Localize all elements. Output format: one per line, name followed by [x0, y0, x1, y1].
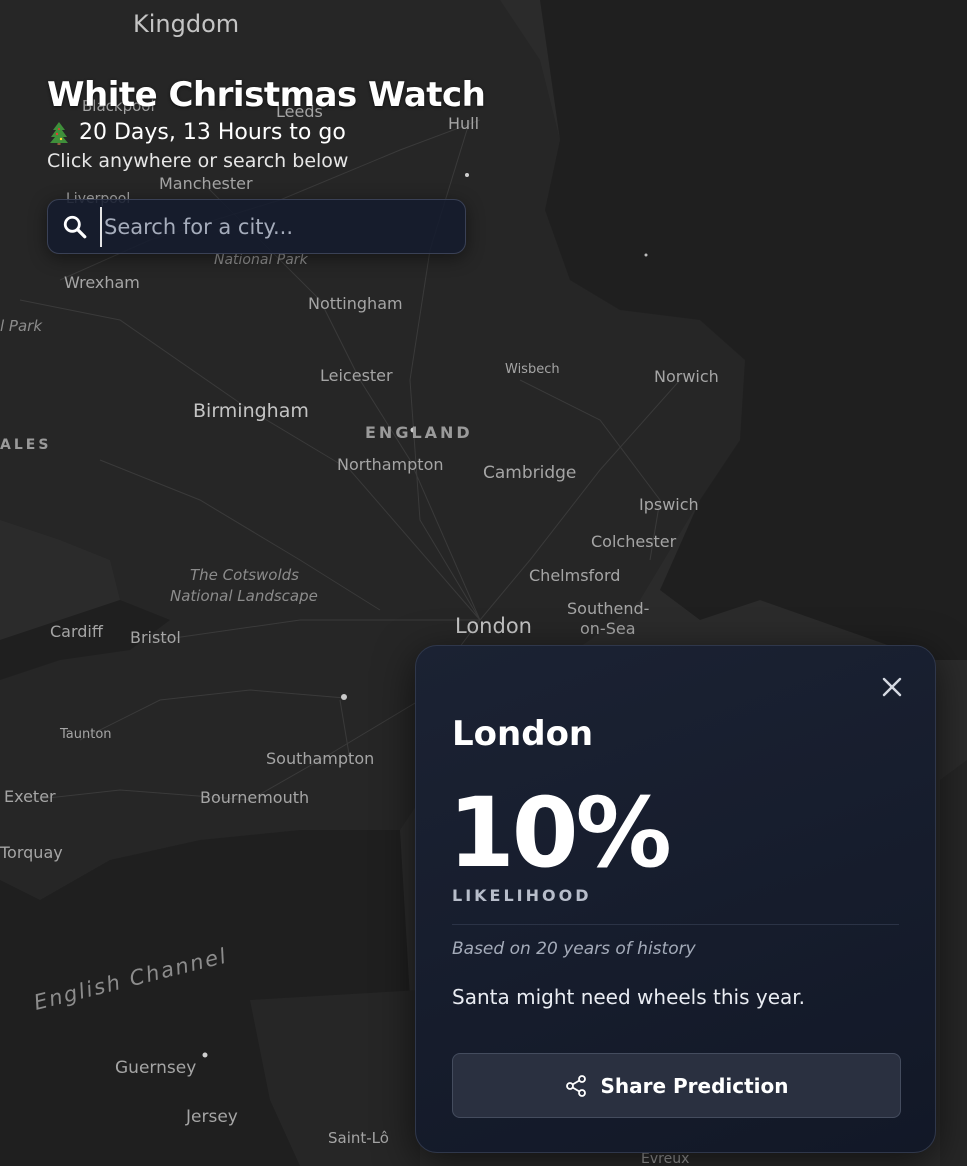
map-label-guernsey: Guernsey	[115, 1058, 196, 1078]
map-label-bournemouth: Bournemouth	[200, 788, 309, 807]
share-icon	[566, 1074, 587, 1097]
search-box	[47, 199, 466, 254]
map-label-northampton: Northampton	[337, 455, 444, 474]
map-label-kingdom: Kingdom	[133, 10, 239, 38]
map-label-leicester: Leicester	[320, 366, 393, 385]
christmas-tree-icon	[50, 122, 68, 145]
history-note: Based on 20 years of history	[452, 939, 696, 959]
map-label-l-park: l Park	[0, 317, 43, 335]
city-name: London	[452, 714, 594, 754]
map-label-manchester: Manchester	[159, 174, 253, 193]
countdown: 20 Days, 13 Hours to go	[47, 118, 485, 148]
map-label-southend: Southend-	[567, 599, 649, 618]
map-label-southampton: Southampton	[266, 749, 374, 768]
map-label-england: ENGLAND	[365, 423, 473, 442]
map-label-wisbech: Wisbech	[505, 362, 560, 377]
instruction-text: Click anywhere or search below	[47, 150, 349, 172]
map-label-evreux: Evreux	[641, 1151, 689, 1166]
likelihood-percentage: 10%	[448, 777, 672, 889]
map-label-cambridge: Cambridge	[483, 463, 576, 483]
close-icon	[882, 677, 902, 697]
map-label-norwich: Norwich	[654, 367, 719, 386]
map-label-wrexham: Wrexham	[64, 273, 140, 292]
map-label-national-park: National Park	[214, 252, 309, 268]
map-label-wales: ALES	[0, 437, 51, 453]
app-header: White Christmas Watch 20 Days, 13 Hours …	[47, 74, 486, 174]
map-label-taunton: Taunton	[59, 727, 112, 742]
map-label-london: London	[455, 614, 532, 638]
map-label-bristol: Bristol	[130, 628, 181, 647]
map-label-southend-on-sea: on-Sea	[580, 619, 636, 638]
prediction-card: London 10% LIKELIHOOD Based on 20 years …	[415, 645, 936, 1153]
map-label-cotswolds-landscape: National Landscape	[170, 587, 318, 605]
map-label-saint-lo: Saint-Lô	[328, 1129, 389, 1147]
likelihood-label: LIKELIHOOD	[452, 886, 592, 905]
map-label-chelmsford: Chelmsford	[529, 566, 620, 585]
map-label-jersey: Jersey	[185, 1107, 238, 1127]
share-button-label: Share Prediction	[600, 1073, 789, 1098]
map-label-nottingham: Nottingham	[308, 294, 403, 313]
map-label-birmingham: Birmingham	[193, 400, 309, 422]
close-button[interactable]	[877, 672, 907, 702]
divider	[452, 924, 899, 925]
map-label-torquay: Torquay	[0, 843, 63, 862]
city-search-input[interactable]	[100, 206, 465, 247]
search-icon	[63, 215, 87, 238]
share-prediction-button[interactable]: Share Prediction	[452, 1053, 901, 1118]
app-title: White Christmas Watch	[47, 75, 486, 115]
countdown-text: 20 Days, 13 Hours to go	[79, 120, 346, 145]
map-label-cardiff: Cardiff	[50, 622, 104, 641]
prediction-message: Santa might need wheels this year.	[452, 985, 805, 1009]
map-label-exeter: Exeter	[4, 787, 56, 806]
map-label-colchester: Colchester	[591, 532, 677, 551]
map-label-cotswolds: The Cotswolds	[190, 566, 299, 584]
map-label-ipswich: Ipswich	[639, 495, 699, 514]
